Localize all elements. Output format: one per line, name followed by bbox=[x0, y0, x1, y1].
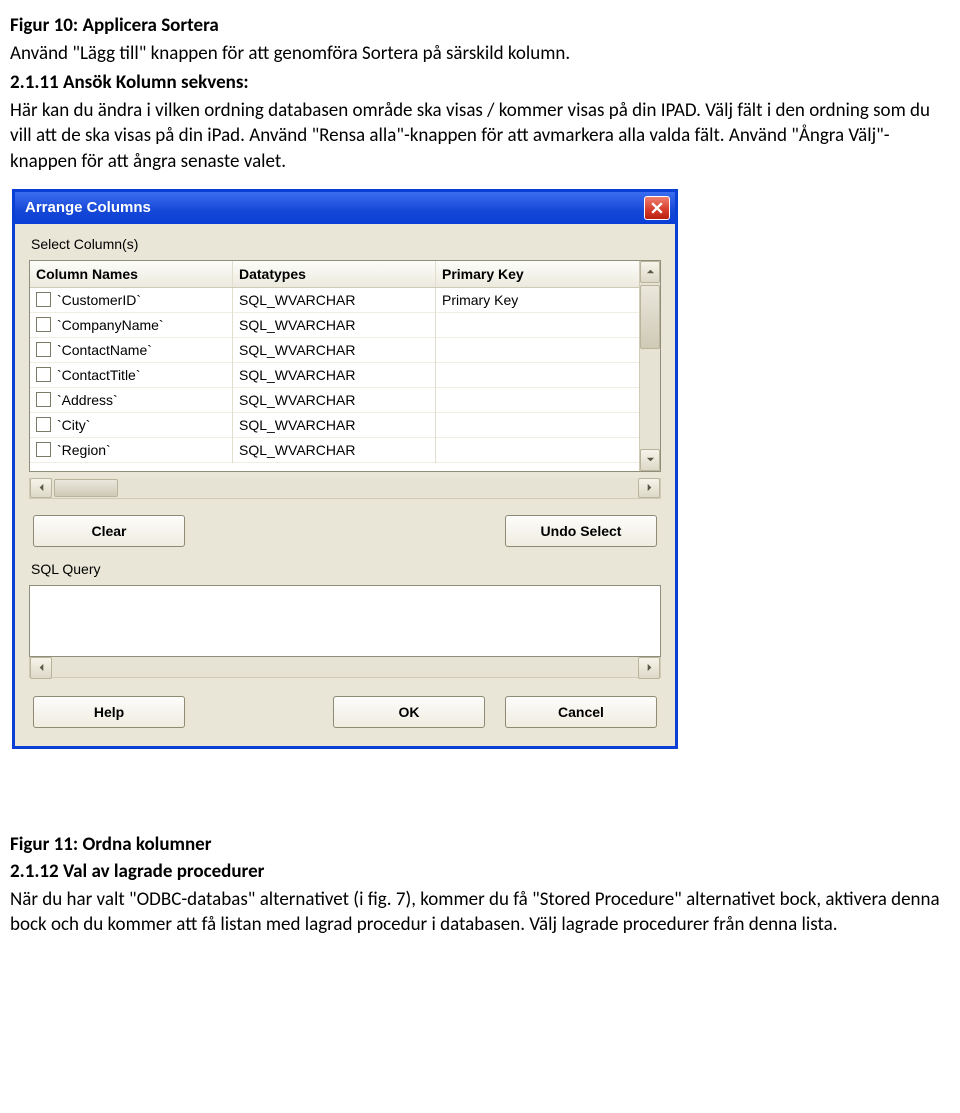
chevron-left-icon bbox=[37, 663, 46, 672]
column-datatype: SQL_WVARCHAR bbox=[233, 337, 436, 363]
close-button[interactable] bbox=[644, 196, 670, 220]
table-row[interactable]: `City` SQL_WVARCHAR bbox=[30, 413, 639, 438]
vertical-scrollbar[interactable] bbox=[639, 261, 660, 471]
chevron-left-icon bbox=[37, 483, 46, 492]
paragraph-1: Använd "Lägg till" knappen för att genom… bbox=[10, 41, 950, 67]
grid-header: Column Names Datatypes Primary Key bbox=[30, 261, 639, 288]
column-primary-key bbox=[436, 445, 639, 455]
cancel-button[interactable]: Cancel bbox=[505, 696, 657, 728]
chevron-up-icon bbox=[646, 267, 655, 276]
column-datatype: SQL_WVARCHAR bbox=[233, 412, 436, 438]
column-datatype: SQL_WVARCHAR bbox=[233, 312, 436, 338]
column-name: `ContactName` bbox=[57, 342, 152, 358]
header-datatypes[interactable]: Datatypes bbox=[233, 261, 436, 287]
figure10-title: Figur 10: Applicera Sortera bbox=[10, 14, 950, 37]
horizontal-scrollbar[interactable] bbox=[29, 478, 661, 499]
table-row[interactable]: `ContactName` SQL_WVARCHAR bbox=[30, 338, 639, 363]
column-name: `CustomerID` bbox=[57, 292, 141, 308]
header-primary-key[interactable]: Primary Key bbox=[436, 261, 639, 287]
column-name: `ContactTitle` bbox=[57, 367, 141, 383]
arrange-columns-dialog: Arrange Columns Select Column(s) Column … bbox=[12, 189, 678, 749]
scroll-down-button[interactable] bbox=[640, 449, 660, 471]
scroll-up-button[interactable] bbox=[640, 261, 660, 283]
hscroll-thumb[interactable] bbox=[54, 479, 118, 497]
sql-scroll-left-button[interactable] bbox=[30, 657, 52, 679]
column-primary-key bbox=[436, 370, 639, 380]
column-name: `City` bbox=[57, 417, 90, 433]
row-checkbox[interactable] bbox=[36, 442, 51, 457]
sql-query-label: SQL Query bbox=[31, 561, 661, 577]
scroll-right-button[interactable] bbox=[638, 478, 660, 498]
help-button[interactable]: Help bbox=[33, 696, 185, 728]
column-name: `Region` bbox=[57, 442, 111, 458]
column-primary-key bbox=[436, 420, 639, 430]
column-primary-key bbox=[436, 320, 639, 330]
select-columns-label: Select Column(s) bbox=[31, 236, 661, 252]
column-primary-key bbox=[436, 395, 639, 405]
row-checkbox[interactable] bbox=[36, 417, 51, 432]
sql-query-textarea[interactable] bbox=[29, 585, 661, 657]
sql-scroll-right-button[interactable] bbox=[638, 657, 660, 679]
sql-horizontal-scrollbar[interactable] bbox=[29, 657, 661, 678]
section-2-1-12: 2.1.12 Val av lagrade procedurer bbox=[10, 860, 950, 883]
paragraph-2: Här kan du ändra i vilken ordning databa… bbox=[10, 98, 950, 175]
figure11-title: Figur 11: Ordna kolumner bbox=[10, 833, 950, 856]
ok-button[interactable]: OK bbox=[333, 696, 485, 728]
row-checkbox[interactable] bbox=[36, 367, 51, 382]
section-2-1-11: 2.1.11 Ansök Kolumn sekvens: bbox=[10, 71, 950, 94]
column-datatype: SQL_WVARCHAR bbox=[233, 437, 436, 463]
column-name: `CompanyName` bbox=[57, 317, 164, 333]
row-checkbox[interactable] bbox=[36, 317, 51, 332]
row-checkbox[interactable] bbox=[36, 292, 51, 307]
row-checkbox[interactable] bbox=[36, 342, 51, 357]
column-datatype: SQL_WVARCHAR bbox=[233, 362, 436, 388]
table-row[interactable]: `Region` SQL_WVARCHAR bbox=[30, 438, 639, 463]
chevron-right-icon bbox=[645, 483, 654, 492]
table-row[interactable]: `CustomerID` SQL_WVARCHARPrimary Key bbox=[30, 288, 639, 313]
column-primary-key: Primary Key bbox=[436, 288, 639, 313]
header-column-names[interactable]: Column Names bbox=[30, 261, 233, 287]
column-datatype: SQL_WVARCHAR bbox=[233, 288, 436, 313]
column-primary-key bbox=[436, 345, 639, 355]
column-name: `Address` bbox=[57, 392, 118, 408]
clear-button[interactable]: Clear bbox=[33, 515, 185, 547]
column-datatype: SQL_WVARCHAR bbox=[233, 387, 436, 413]
columns-grid: Column Names Datatypes Primary Key `Cust… bbox=[29, 260, 661, 472]
undo-select-button[interactable]: Undo Select bbox=[505, 515, 657, 547]
dialog-titlebar: Arrange Columns bbox=[15, 192, 675, 224]
row-checkbox[interactable] bbox=[36, 392, 51, 407]
chevron-down-icon bbox=[646, 455, 655, 464]
dialog-title: Arrange Columns bbox=[15, 199, 644, 216]
table-row[interactable]: `Address` SQL_WVARCHAR bbox=[30, 388, 639, 413]
table-row[interactable]: `ContactTitle` SQL_WVARCHAR bbox=[30, 363, 639, 388]
chevron-right-icon bbox=[645, 663, 654, 672]
scroll-left-button[interactable] bbox=[30, 478, 52, 498]
scroll-thumb[interactable] bbox=[640, 285, 660, 349]
paragraph-3: När du har valt "ODBC-databas" alternati… bbox=[10, 887, 950, 938]
close-icon bbox=[651, 202, 663, 214]
table-row[interactable]: `CompanyName` SQL_WVARCHAR bbox=[30, 313, 639, 338]
